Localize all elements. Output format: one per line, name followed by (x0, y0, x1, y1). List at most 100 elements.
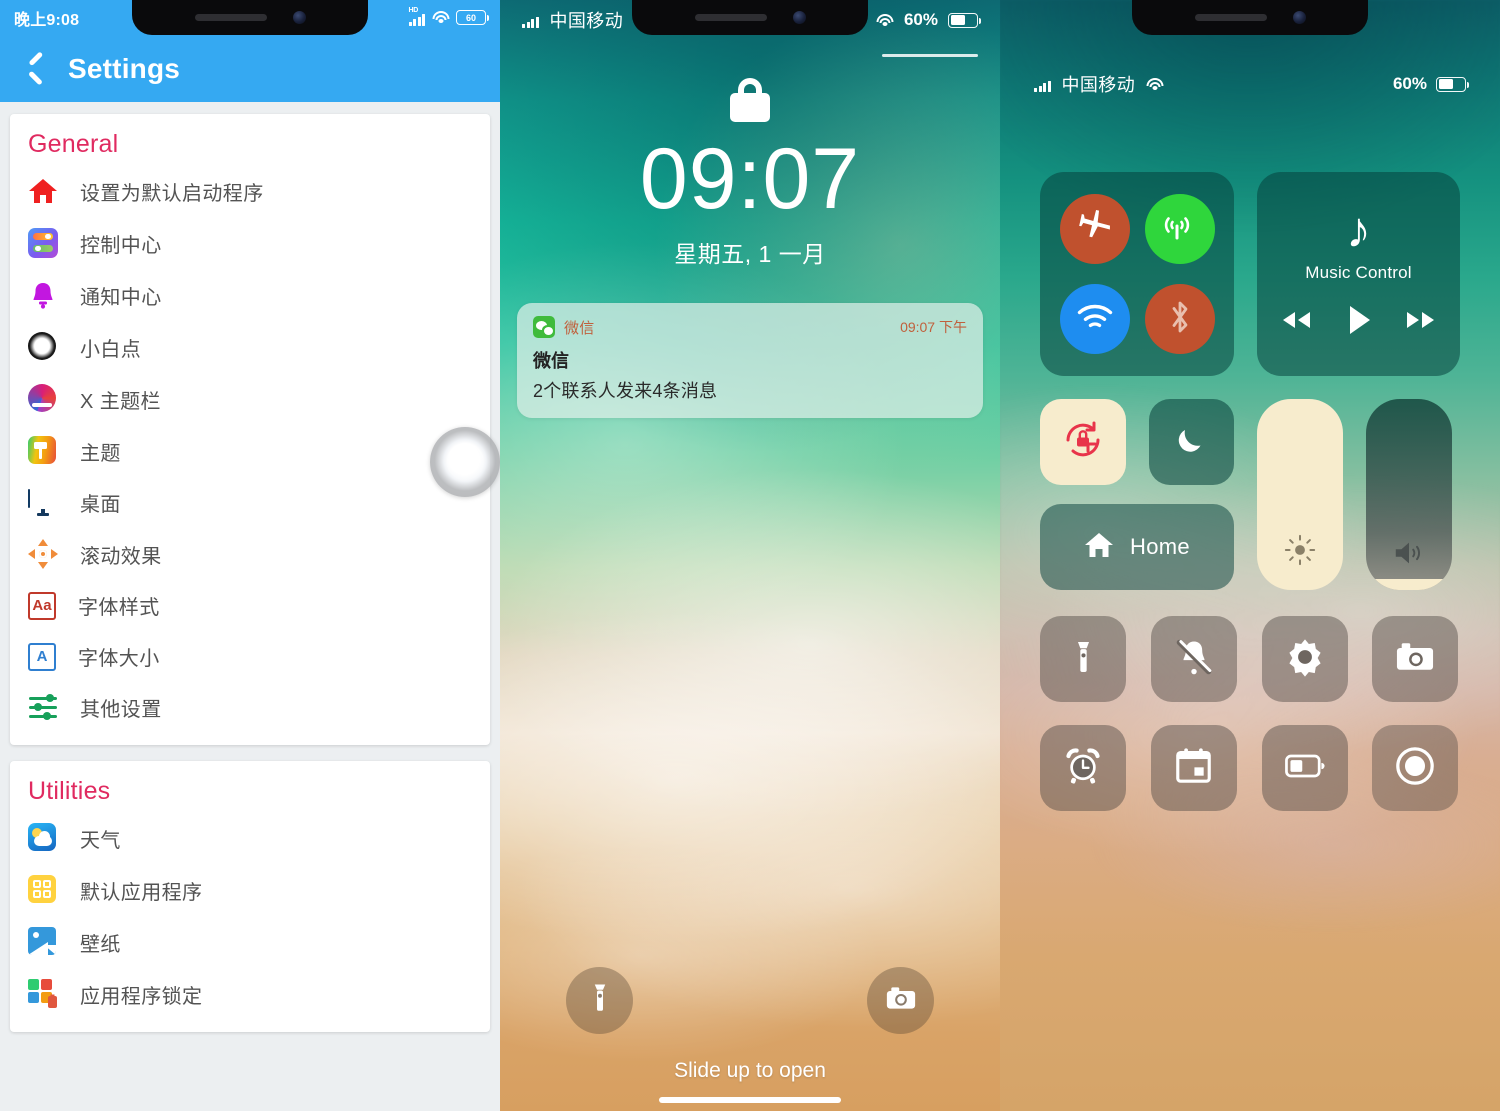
settings-row-label: 天气 (80, 829, 121, 852)
camera-button[interactable] (1372, 616, 1459, 702)
low-power-mode-button[interactable] (1261, 725, 1348, 811)
screen-record-button[interactable] (1372, 725, 1459, 811)
settings-row-label: 默认应用程序 (80, 881, 203, 904)
settings-row-other-settings[interactable]: 其他设置 (10, 682, 490, 733)
fast-forward-icon[interactable] (1404, 310, 1438, 335)
earpiece-speaker-icon (694, 14, 767, 21)
default-apps-icon (28, 875, 58, 905)
font-style-icon: Aa (28, 591, 56, 620)
settings-row-theme[interactable]: 主题 (10, 425, 490, 477)
assistive-touch-icon (28, 332, 58, 362)
home-tile-label: Home (1130, 534, 1190, 559)
do-not-disturb-toggle[interactable] (1148, 399, 1234, 485)
battery-percent-label: 60% (903, 10, 938, 29)
settings-row-app-lock[interactable]: 应用程序锁定 (10, 968, 490, 1020)
wifi-toggle[interactable] (1059, 284, 1130, 354)
wechat-icon (533, 316, 555, 338)
settings-row-default-apps[interactable]: 默认应用程序 (10, 864, 490, 916)
settings-scroll-area[interactable]: General 设置为默认启动程序 控制中心 通知中心 小白点 X 主题栏 主题… (0, 102, 500, 1111)
section-utilities: Utilities 天气 默认应用程序 壁纸 应用程序锁定 (10, 761, 490, 1032)
flashlight-shortcut-button[interactable] (566, 967, 633, 1034)
notification-message: 2个联系人发来4条消息 (533, 381, 718, 401)
control-center-grid: ♪ Music Control Home (1040, 172, 1460, 590)
section-title: Utilities (28, 777, 111, 805)
control-center-icon (28, 228, 58, 258)
carrier-label: 中国移动 (1061, 75, 1136, 95)
settings-row-scroll-effect[interactable]: 滚动效果 (10, 528, 490, 580)
notification-app-name: 微信 (564, 319, 595, 337)
volume-slider[interactable] (1366, 399, 1452, 590)
settings-row-weather[interactable]: 天气 (10, 812, 490, 864)
settings-row-assistive-touch[interactable]: 小白点 (10, 321, 490, 373)
scroll-effect-icon (28, 539, 58, 569)
signal-bars-icon (522, 12, 539, 28)
settings-row-label: 控制中心 (80, 234, 162, 257)
airplane-mode-toggle[interactable] (1059, 194, 1130, 264)
earpiece-speaker-icon (1194, 14, 1267, 21)
notification-banner[interactable]: 微信 09:07 下午 微信 2个联系人发来4条消息 (517, 303, 983, 418)
settings-row-label: 桌面 (80, 494, 121, 516)
settings-row-label: X 主题栏 (80, 390, 161, 413)
brightness-slider[interactable] (1257, 399, 1343, 590)
settings-row-font-style[interactable]: Aa 字体样式 (10, 580, 490, 631)
desktop-monitor-icon (28, 488, 58, 516)
settings-row-label: 滚动效果 (80, 545, 162, 568)
alarm-button[interactable] (1040, 725, 1126, 811)
clock-time: 09:07 (639, 131, 861, 227)
settings-row-x-status-bar[interactable]: X 主题栏 (10, 373, 490, 425)
back-chevron-icon[interactable] (26, 58, 48, 80)
settings-row-font-size[interactable]: A 字体大小 (10, 631, 490, 682)
settings-row-notification-center[interactable]: 通知中心 (10, 269, 490, 321)
moon-icon (1173, 422, 1209, 463)
earpiece-speaker-icon (194, 14, 267, 21)
font-size-glyph: A (36, 648, 48, 665)
settings-row-control-center[interactable]: 控制中心 (10, 217, 490, 269)
wallpaper-icon (28, 927, 58, 957)
settings-row-default-launcher[interactable]: 设置为默认启动程序 (10, 165, 490, 217)
lockscreen-panel: 中国移动 60% 09:07 星期五, 1 一月 微信 09:07 下午 微信 … (500, 0, 1000, 1111)
home-app-tile[interactable]: Home (1040, 504, 1234, 590)
home-icon (28, 176, 58, 206)
wifi-icon (1146, 77, 1164, 91)
wifi-icon (432, 11, 449, 24)
settings-row-wallpaper[interactable]: 壁纸 (10, 916, 490, 968)
slide-up-hint: Slide up to open (674, 1059, 826, 1082)
calendar-button[interactable] (1150, 725, 1237, 811)
flashlight-button[interactable] (1040, 616, 1126, 702)
assistive-touch-button[interactable] (430, 427, 500, 497)
front-camera-icon (292, 11, 306, 24)
font-style-glyph: Aa (32, 597, 52, 614)
settings-row-label: 字体样式 (78, 597, 160, 619)
settings-row-label: 小白点 (80, 338, 142, 361)
bluetooth-icon (1167, 299, 1193, 340)
cellular-data-icon (1159, 209, 1199, 250)
settings-row-label: 应用程序锁定 (80, 985, 203, 1008)
camera-shortcut-button[interactable] (867, 967, 934, 1034)
device-notch (632, 0, 868, 35)
sliders-icon (28, 694, 58, 721)
flashlight-icon (1074, 640, 1093, 679)
music-control-label: Music Control (1305, 263, 1412, 282)
music-control-card[interactable]: ♪ Music Control (1257, 172, 1460, 376)
volume-icon (1392, 539, 1426, 572)
silent-mode-button[interactable] (1150, 616, 1237, 702)
battery-icon: 60 (456, 10, 490, 25)
play-icon[interactable] (1347, 305, 1371, 340)
three-phone-screenshots: 晚上9:08 HD 60 Settings General 设置为默认启动程序 … (0, 0, 1500, 1111)
settings-row-label: 壁纸 (80, 933, 121, 956)
battery-icon (1284, 754, 1325, 783)
home-indicator[interactable] (659, 1097, 841, 1103)
settings-row-desktop[interactable]: 桌面 (10, 477, 490, 528)
flashlight-icon (591, 983, 609, 1018)
notification-time: 09:07 下午 (900, 319, 967, 335)
cellular-data-toggle[interactable] (1144, 194, 1215, 264)
rotation-lock-toggle[interactable] (1040, 399, 1126, 485)
signal-bars-icon: HD (408, 7, 425, 26)
settings-row-label: 字体大小 (78, 648, 160, 670)
battery-level-label: 60 (465, 12, 476, 23)
rewind-icon[interactable] (1279, 310, 1313, 335)
bluetooth-toggle[interactable] (1144, 284, 1215, 354)
battery-icon (1436, 76, 1470, 92)
alarm-clock-icon (1063, 746, 1103, 791)
brightness-shortcut-button[interactable] (1261, 616, 1348, 702)
